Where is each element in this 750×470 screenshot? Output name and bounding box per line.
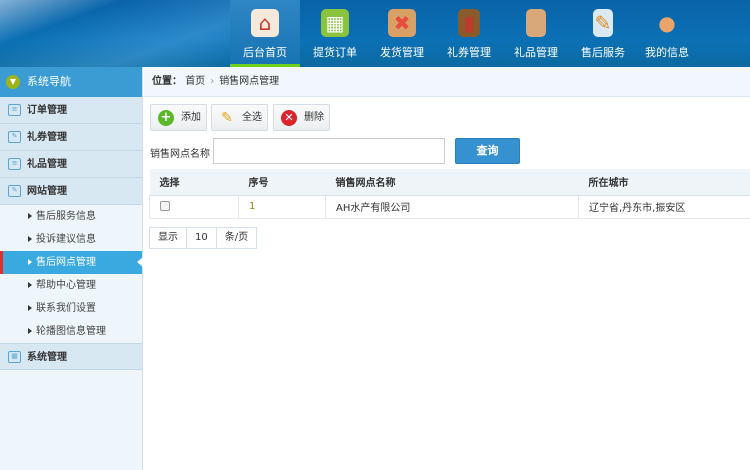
delete-button[interactable]: ✕ 删除: [273, 104, 330, 131]
nav-after-sales[interactable]: ✎ 售后服务: [568, 0, 638, 67]
sidebar-item-contact-us[interactable]: 联系我们设置: [0, 297, 142, 320]
select-all-button[interactable]: ✎ 全选: [211, 104, 268, 131]
search-label: 销售网点名称: [150, 149, 210, 160]
sidebar-group-orders[interactable]: ≡ 订单管理: [0, 97, 142, 124]
gift-bag-icon: [526, 9, 546, 37]
sidebar-item-service-points[interactable]: 售后网点管理: [0, 251, 143, 274]
chat-icon: ≡: [8, 104, 21, 116]
nav-my-info[interactable]: ● 我的信息: [632, 0, 702, 67]
book-icon: ▮: [458, 9, 480, 37]
nav-coupons[interactable]: ▮ 礼券管理: [434, 0, 504, 67]
sidebar-item-after-sales-info[interactable]: 售后服务信息: [0, 205, 142, 228]
user-icon: ●: [658, 11, 676, 35]
pencil-icon: ✎: [221, 110, 233, 126]
top-header: ⌂ 后台首页 ▦ 提货订单 ✖ 发货管理 ▮ 礼券管理 礼品管理 ✎ 售后服务 ● 我的信息: [0, 0, 750, 67]
table-row: 1 AH水产有限公司 辽宁省,丹东市,振安区: [149, 195, 750, 219]
list-icon: ≡: [8, 158, 21, 170]
nav-home[interactable]: ⌂ 后台首页: [230, 0, 300, 67]
basket-icon: ▦: [321, 9, 349, 37]
query-button[interactable]: 查询: [455, 138, 520, 164]
sidebar: ▼ 系统导航 ≡ 订单管理 ✎ 礼券管理 ≡ 礼品管理 ✎ 网站管理 售后服务信息 投诉建…: [0, 67, 143, 470]
house-icon: ⌂: [251, 9, 279, 37]
nav-gifts[interactable]: 礼品管理: [501, 0, 571, 67]
breadcrumb: 位置： 首页 › 销售网点管理: [144, 67, 750, 97]
page-size-value[interactable]: 10: [187, 228, 217, 248]
nav-pickup-orders[interactable]: ▦ 提货订单: [300, 0, 370, 67]
close-icon: ✕: [281, 110, 297, 126]
sidebar-item-carousel[interactable]: 轮播图信息管理: [0, 320, 142, 343]
sidebar-title[interactable]: ▼ 系统导航: [0, 67, 142, 97]
table-header: 选择 序号 销售网点名称 所在城市: [149, 169, 750, 196]
sidebar-group-coupons[interactable]: ✎ 礼券管理: [0, 124, 142, 151]
chevron-down-icon: ▼: [6, 75, 20, 89]
row-checkbox[interactable]: [160, 201, 170, 211]
sidebar-item-help-center[interactable]: 帮助中心管理: [0, 274, 142, 297]
document-pencil-icon: ✎: [593, 9, 613, 37]
nav-shipping[interactable]: ✖ 发货管理: [367, 0, 437, 67]
plus-icon: +: [158, 110, 174, 126]
sidebar-group-system[interactable]: ▦ 系统管理: [0, 343, 142, 370]
logo-banner: [0, 0, 230, 67]
calendar-icon: ▦: [8, 351, 21, 363]
service-points-table: 选择 序号 销售网点名称 所在城市 1 AH水产有限公司 辽宁省,丹东市,振安区: [149, 169, 750, 219]
add-button[interactable]: + 添加: [150, 104, 207, 131]
search-input[interactable]: [213, 138, 445, 164]
edit-icon: ✎: [8, 185, 21, 197]
edit-icon: ✎: [8, 131, 21, 143]
sidebar-item-complaints[interactable]: 投诉建议信息: [0, 228, 142, 251]
breadcrumb-current: 销售网点管理: [219, 76, 280, 87]
breadcrumb-home[interactable]: 首页: [185, 76, 205, 87]
package-icon: ✖: [388, 9, 416, 37]
page-size-selector: 显示 10 条/页: [149, 227, 258, 249]
sidebar-group-website[interactable]: ✎ 网站管理: [0, 178, 142, 205]
sidebar-group-gifts[interactable]: ≡ 礼品管理: [0, 151, 142, 178]
